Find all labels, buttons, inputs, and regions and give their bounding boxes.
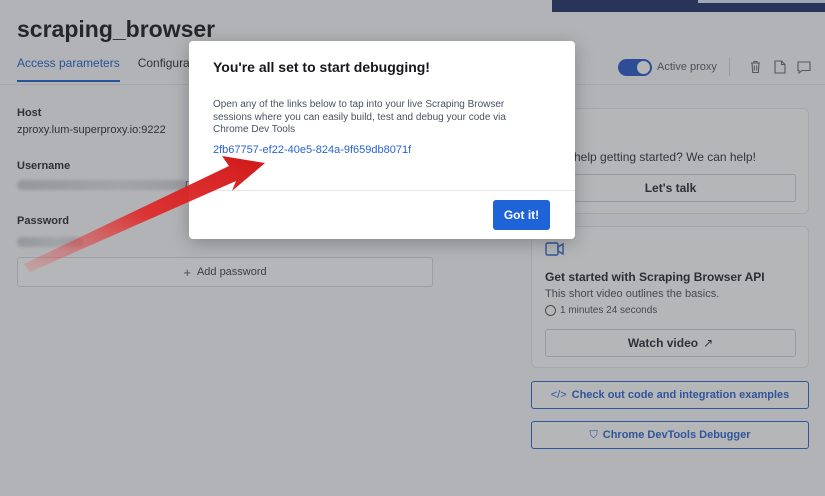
debug-session-link[interactable]: 2fb67757-ef22-40e5-824a-9f659db8071f xyxy=(213,144,411,156)
got-it-button[interactable]: Got it! xyxy=(493,200,550,230)
modal-divider xyxy=(189,190,575,191)
modal-title: You're all set to start debugging! xyxy=(213,59,430,75)
debug-modal: You're all set to start debugging! Open … xyxy=(189,41,575,239)
modal-body: Open any of the links below to tap into … xyxy=(213,99,506,135)
